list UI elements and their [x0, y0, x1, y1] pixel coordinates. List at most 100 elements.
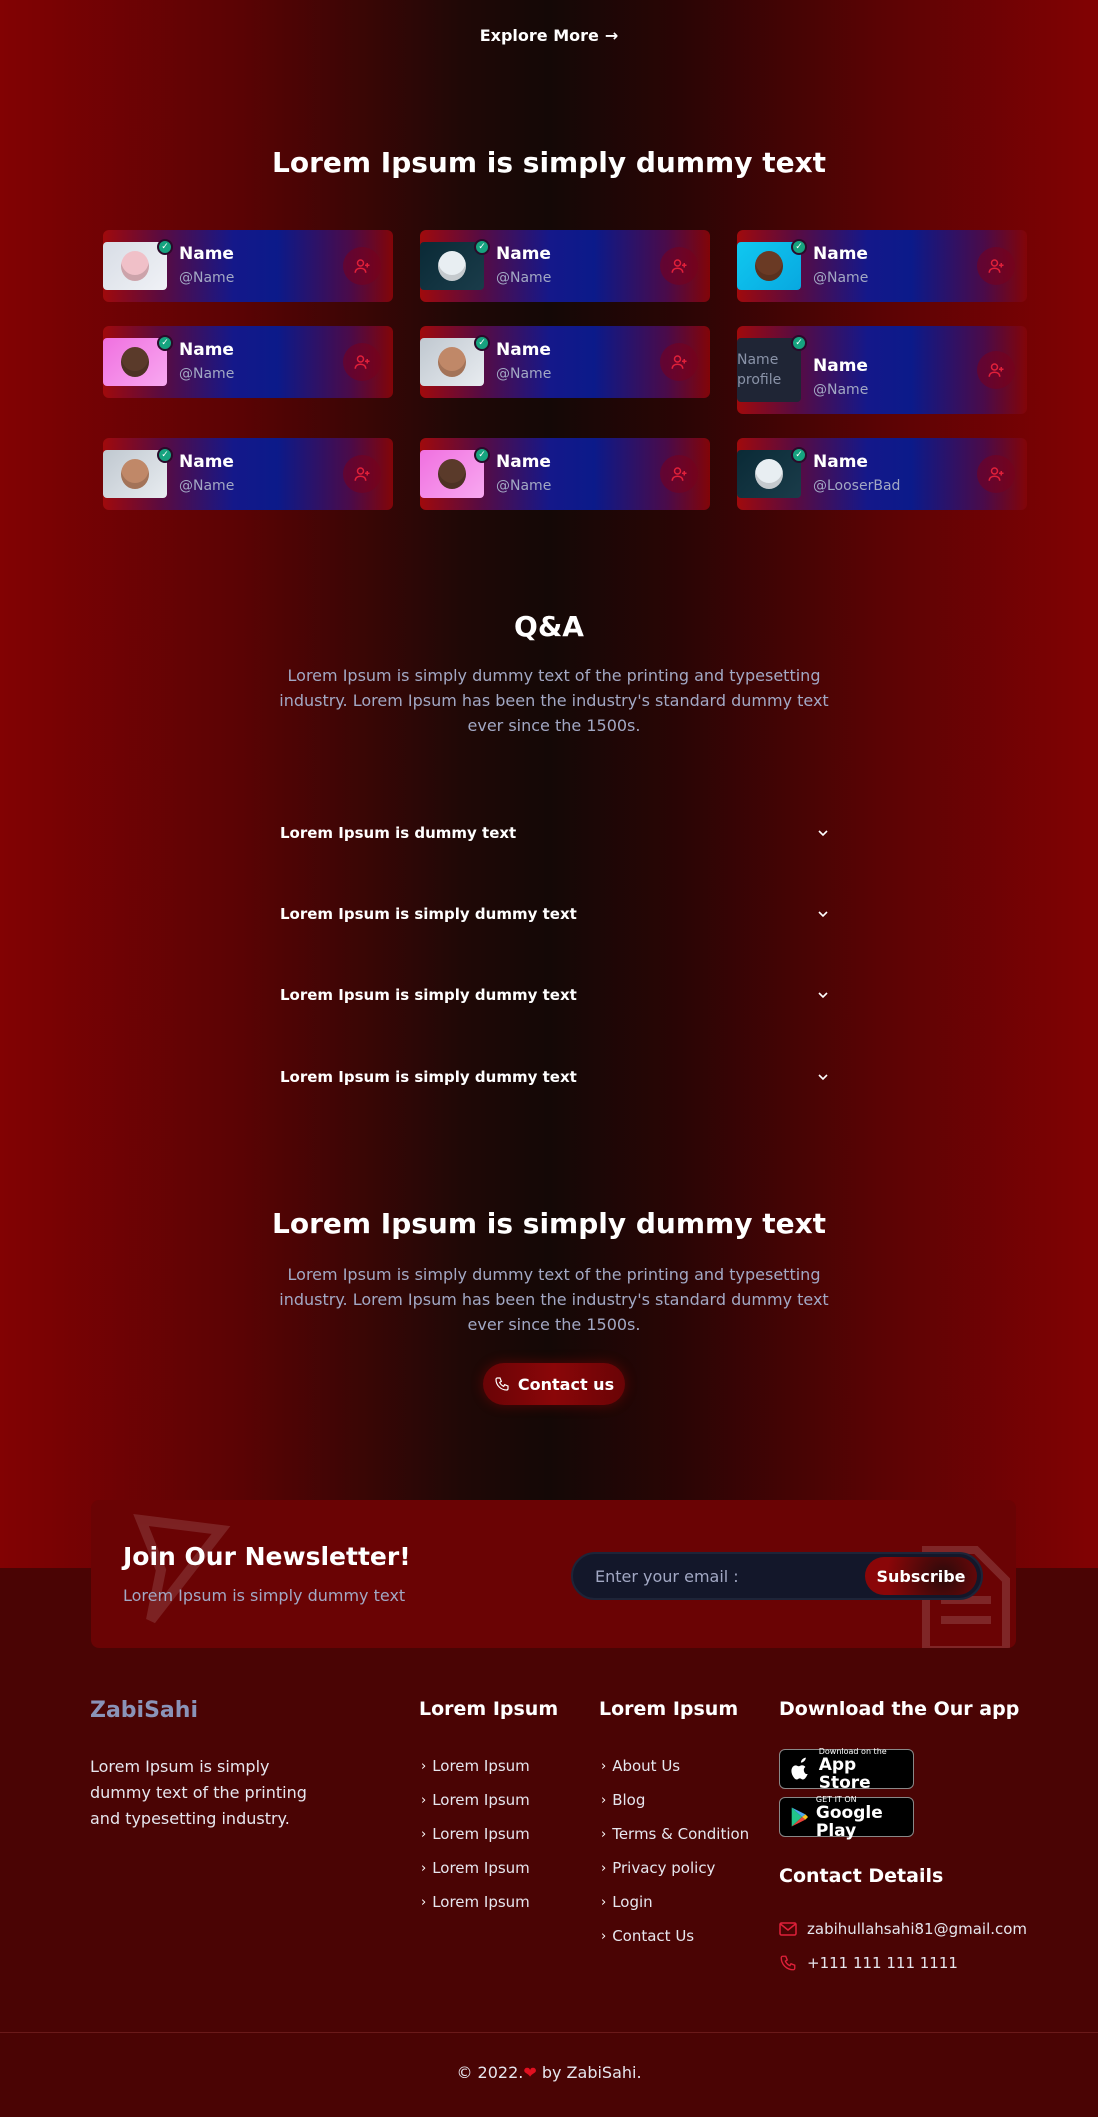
creator-card[interactable]: ✓ Name @Name	[103, 326, 393, 398]
user-add-icon	[354, 467, 370, 481]
footer-link[interactable]: › Login	[601, 1885, 749, 1919]
footer-link[interactable]: › Lorem Ipsum	[421, 1885, 530, 1919]
footer-col1-links: › Lorem Ipsum › Lorem Ipsum › Lorem Ipsum › Lor…	[421, 1749, 530, 1919]
phone-icon	[495, 1377, 509, 1391]
newsletter-subtitle: Lorem Ipsum is simply dummy text	[123, 1586, 406, 1605]
explore-more-link[interactable]: Explore More →	[0, 26, 1098, 45]
creator-card[interactable]: ✓ Name @Name	[420, 438, 710, 510]
footer-brand[interactable]: ZabiSahi	[90, 1698, 198, 1723]
creator-name: Name	[496, 244, 551, 264]
creator-handle: @Name	[496, 366, 552, 382]
user-add-icon	[354, 355, 370, 369]
faq-item[interactable]: Lorem Ipsum is simply dummy text	[280, 894, 830, 934]
creator-name: Name	[813, 244, 868, 264]
follow-button[interactable]	[977, 351, 1015, 389]
follow-button[interactable]	[660, 247, 698, 285]
cta-title: Lorem Ipsum is simply dummy text	[271, 1207, 827, 1240]
creator-name: Name	[179, 340, 234, 360]
creator-card[interactable]: ✓ Name @LooserBad	[737, 438, 1027, 510]
creator-name: Name	[813, 452, 868, 472]
chevron-right-icon: ›	[601, 1758, 607, 1774]
verified-check-icon: ✓	[474, 239, 490, 255]
subscribe-button[interactable]: Subscribe	[865, 1557, 977, 1595]
chevron-right-icon: ›	[601, 1792, 607, 1808]
faq-item[interactable]: Lorem Ipsum is simply dummy text	[280, 975, 830, 1015]
avatar-face-icon	[438, 459, 466, 489]
follow-button[interactable]	[343, 343, 381, 381]
chevron-right-icon: ›	[421, 1860, 427, 1876]
verified-check-icon: ✓	[157, 239, 173, 255]
creator-name: Name	[179, 452, 234, 472]
explore-more-label: Explore More	[479, 26, 599, 45]
newsletter-panel: Join Our Newsletter! Lorem Ipsum is simp…	[91, 1500, 1016, 1648]
footer-link-label: Contact Us	[612, 1927, 695, 1945]
footer-link[interactable]: › Lorem Ipsum	[421, 1783, 530, 1817]
contact-email[interactable]: zabihullahsahi81@gmail.com	[779, 1920, 1027, 1938]
footer-link[interactable]: › Lorem Ipsum	[421, 1749, 530, 1783]
creator-handle: @Name	[179, 270, 235, 286]
heart-icon: ❤	[523, 2063, 537, 2082]
chevron-right-icon: ›	[421, 1894, 427, 1910]
creator-name: Name	[496, 340, 551, 360]
creator-card[interactable]: ✓ Name @Name	[103, 230, 393, 302]
creator-card[interactable]: Name profile ✓ Name @Name	[737, 326, 1027, 414]
avatar-face-icon	[121, 459, 149, 489]
faq-question: Lorem Ipsum is dummy text	[280, 824, 517, 842]
creator-handle: @Name	[179, 366, 235, 382]
follow-button[interactable]	[660, 455, 698, 493]
footer-background	[0, 1568, 1098, 2117]
arrow-right-icon: →	[604, 26, 619, 45]
verified-check-icon: ✓	[791, 239, 807, 255]
google-play-text: GET IT ON Google Play	[816, 1795, 913, 1840]
faq-item[interactable]: Lorem Ipsum is dummy text	[280, 813, 830, 853]
google-play-icon	[791, 1807, 809, 1827]
footer-col2-links: › About Us › Blog › Terms & Condition › Privacy…	[601, 1749, 749, 1953]
user-add-icon	[988, 363, 1004, 377]
follow-button[interactable]	[343, 247, 381, 285]
footer-link[interactable]: › Blog	[601, 1783, 749, 1817]
chevron-down-icon	[818, 992, 828, 999]
google-play-badge[interactable]: GET IT ON Google Play	[779, 1795, 914, 1840]
app-store-big: App Store	[818, 1754, 871, 1793]
app-store-badge[interactable]: Download on the App Store	[779, 1747, 914, 1793]
chevron-down-icon	[818, 830, 828, 837]
footer-link[interactable]: › Privacy policy	[601, 1851, 749, 1885]
verified-check-icon: ✓	[157, 335, 173, 351]
contact-phone[interactable]: +111 111 111 1111	[779, 1954, 958, 1972]
creator-card[interactable]: ✓ Name @Name	[737, 230, 1027, 302]
follow-button[interactable]	[977, 247, 1015, 285]
verified-check-icon: ✓	[474, 335, 490, 351]
follow-button[interactable]	[343, 455, 381, 493]
footer-link-label: Terms & Condition	[612, 1825, 750, 1843]
creators-title: Lorem Ipsum is simply dummy text	[271, 146, 827, 179]
chevron-right-icon: ›	[601, 1860, 607, 1876]
footer-link-label: Lorem Ipsum	[432, 1757, 530, 1775]
footer-link-label: Lorem Ipsum	[432, 1825, 530, 1843]
footer-link[interactable]: › About Us	[601, 1749, 749, 1783]
creator-card[interactable]: ✓ Name @Name	[103, 438, 393, 510]
faq-item[interactable]: Lorem Ipsum is simply dummy text	[280, 1057, 830, 1097]
follow-button[interactable]	[977, 455, 1015, 493]
footer-link[interactable]: › Contact Us	[601, 1919, 749, 1953]
faq-question: Lorem Ipsum is simply dummy text	[280, 1068, 577, 1086]
follow-button[interactable]	[660, 343, 698, 381]
app-download-title: Download the Our app	[779, 1698, 1020, 1720]
verified-check-icon: ✓	[474, 447, 490, 463]
user-add-icon	[354, 259, 370, 273]
google-play-big: Google Play	[815, 1802, 883, 1841]
creator-card[interactable]: ✓ Name @Name	[420, 326, 710, 398]
email-input[interactable]	[573, 1554, 863, 1598]
avatar-face-icon	[438, 347, 466, 377]
subscribe-label: Subscribe	[876, 1566, 966, 1586]
footer-link[interactable]: › Terms & Condition	[601, 1817, 749, 1851]
user-add-icon	[671, 259, 687, 273]
contact-us-button[interactable]: Contact us	[483, 1363, 625, 1405]
footer-link[interactable]: › Lorem Ipsum	[421, 1851, 530, 1885]
footer-link-label: Login	[612, 1893, 653, 1911]
phone-icon	[780, 1955, 796, 1971]
contact-us-label: Contact us	[517, 1374, 615, 1394]
creator-name: Name	[496, 452, 551, 472]
footer-link[interactable]: › Lorem Ipsum	[421, 1817, 530, 1851]
creator-card[interactable]: ✓ Name @Name	[420, 230, 710, 302]
chevron-down-icon	[818, 1074, 828, 1081]
